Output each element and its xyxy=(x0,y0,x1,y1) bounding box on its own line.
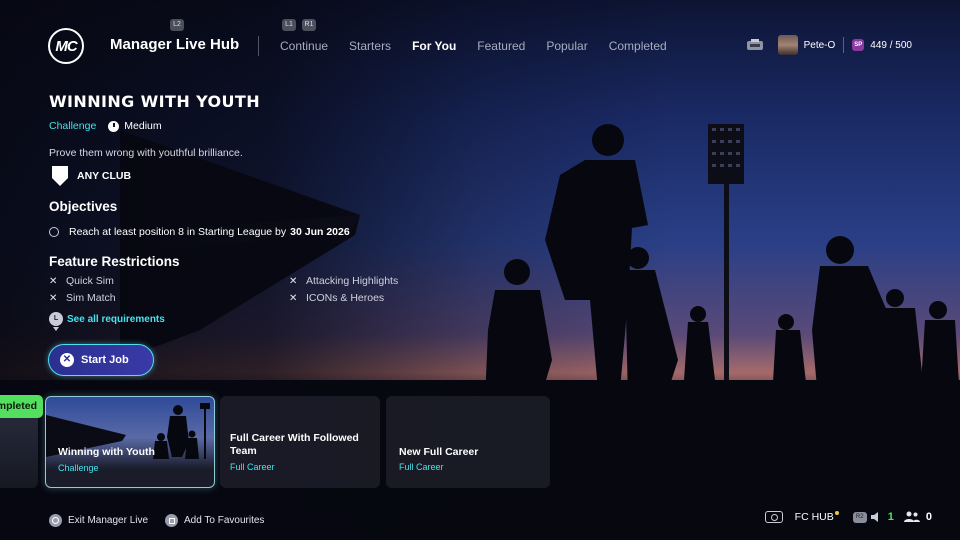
exit-manager-live-hint[interactable]: Exit Manager Live xyxy=(49,514,148,527)
challenge-title: WINNING WITH YOUTH xyxy=(49,92,261,111)
app-title: Manager Live Hub xyxy=(110,36,240,53)
clock-icon xyxy=(108,120,120,132)
status-bar: FC HUB R2 1 0 xyxy=(764,511,932,523)
fc-hub-label[interactable]: FC HUB xyxy=(795,511,834,523)
top-bar: MC Manager Live Hub L2 L1 R1 Continue St… xyxy=(0,0,960,92)
tab-featured[interactable]: Featured xyxy=(477,39,525,53)
manager-live-logo: MC xyxy=(48,28,84,64)
see-all-label: See all requirements xyxy=(67,313,165,325)
user-area: Pete-O SP 449 / 500 xyxy=(746,35,912,55)
club-label: ANY CLUB xyxy=(77,170,132,182)
challenge-meta: Challenge Medium xyxy=(49,120,162,132)
camera-icon[interactable] xyxy=(764,511,783,523)
restriction-item: ✕ Attacking Highlights xyxy=(289,275,398,287)
chevron-down-icon xyxy=(53,327,59,331)
previous-card[interactable]: Completed xyxy=(0,395,43,488)
l2-button-hint: L2 xyxy=(170,19,184,31)
challenge-type: Challenge xyxy=(49,120,97,132)
restriction-item: ✕ ICONs & Heroes xyxy=(289,292,384,304)
favourites-label: Add To Favourites xyxy=(184,515,265,526)
rank-crest-icon xyxy=(746,39,763,50)
cross-icon: ✕ xyxy=(289,275,298,287)
cross-icon: ✕ xyxy=(49,275,58,287)
restriction-label: Attacking Highlights xyxy=(306,275,399,287)
cross-icon: ✕ xyxy=(49,292,58,304)
card-subtitle: Full Career xyxy=(399,462,444,472)
completed-badge: Completed xyxy=(0,395,43,418)
job-card[interactable]: New Full Career Full Career xyxy=(386,396,550,488)
tab-popular[interactable]: Popular xyxy=(546,39,587,53)
cross-button-icon: ✕ xyxy=(60,353,74,367)
tab-completed[interactable]: Completed xyxy=(609,39,667,53)
club-shield-icon xyxy=(52,166,68,186)
card-title: Full Career With Followed Team xyxy=(230,432,359,457)
add-to-favourites-hint[interactable]: Add To Favourites xyxy=(165,514,264,527)
see-all-requirements-link[interactable]: L See all requirements xyxy=(49,312,165,326)
card-thumbnail xyxy=(46,403,210,459)
difficulty-label: Medium xyxy=(124,120,162,132)
job-card-selected[interactable]: Winning with Youth Challenge xyxy=(45,396,215,488)
square-button-icon xyxy=(165,514,178,527)
restriction-label: Quick Sim xyxy=(66,275,114,287)
restrictions-heading: Feature Restrictions xyxy=(49,254,180,269)
club-requirement: ANY CLUB xyxy=(52,166,131,186)
card-subtitle: Full Career xyxy=(230,462,275,472)
start-job-button[interactable]: ✕ Start Job xyxy=(48,344,154,376)
restriction-label: ICONs & Heroes xyxy=(306,292,385,304)
card-title: New Full Career xyxy=(399,446,479,458)
sp-icon: SP xyxy=(852,39,865,51)
job-card[interactable]: Full Career With Followed Team Full Care… xyxy=(220,396,380,488)
speaker-icon xyxy=(870,512,878,522)
restriction-item: ✕ Sim Match xyxy=(49,292,116,304)
notifications-count: 1 xyxy=(887,511,894,523)
title-divider xyxy=(258,36,259,56)
r2-button-hint: R2 xyxy=(852,511,867,523)
l-stick-icon: L xyxy=(49,312,63,326)
restriction-label: Sim Match xyxy=(66,292,116,304)
circle-button-icon xyxy=(49,514,62,527)
r1-button-hint: R1 xyxy=(302,19,316,31)
tab-starters[interactable]: Starters xyxy=(349,39,391,53)
tab-for-you[interactable]: For You xyxy=(412,39,456,53)
l1-button-hint: L1 xyxy=(282,19,296,31)
objective-status-icon xyxy=(49,227,59,237)
challenge-description: Prove them wrong with youthful brillianc… xyxy=(49,147,243,159)
notification-dot-icon xyxy=(834,511,839,515)
exit-label: Exit Manager Live xyxy=(68,515,149,526)
completed-badge-label: Completed xyxy=(0,400,37,412)
objective-item: Reach at least position 8 in Starting Le… xyxy=(49,226,350,238)
start-job-label: Start Job xyxy=(81,354,129,366)
avatar[interactable] xyxy=(777,35,798,55)
card-subtitle: Challenge xyxy=(58,463,99,473)
user-divider xyxy=(843,37,845,53)
objective-date: 30 Jun 2026 xyxy=(290,226,350,238)
objective-text: Reach at least position 8 in Starting Le… xyxy=(69,226,287,238)
objectives-heading: Objectives xyxy=(49,199,118,214)
card-title: Winning with Youth xyxy=(58,446,155,458)
category-tabs: Continue Starters For You Featured Popul… xyxy=(280,39,688,53)
username: Pete-O xyxy=(803,39,836,51)
cross-icon: ✕ xyxy=(289,292,298,304)
sp-points: 449 / 500 xyxy=(870,39,912,51)
tab-continue[interactable]: Continue xyxy=(280,39,328,53)
friends-count: 0 xyxy=(925,511,932,523)
restriction-item: ✕ Quick Sim xyxy=(49,275,114,287)
friends-icon xyxy=(903,511,920,522)
